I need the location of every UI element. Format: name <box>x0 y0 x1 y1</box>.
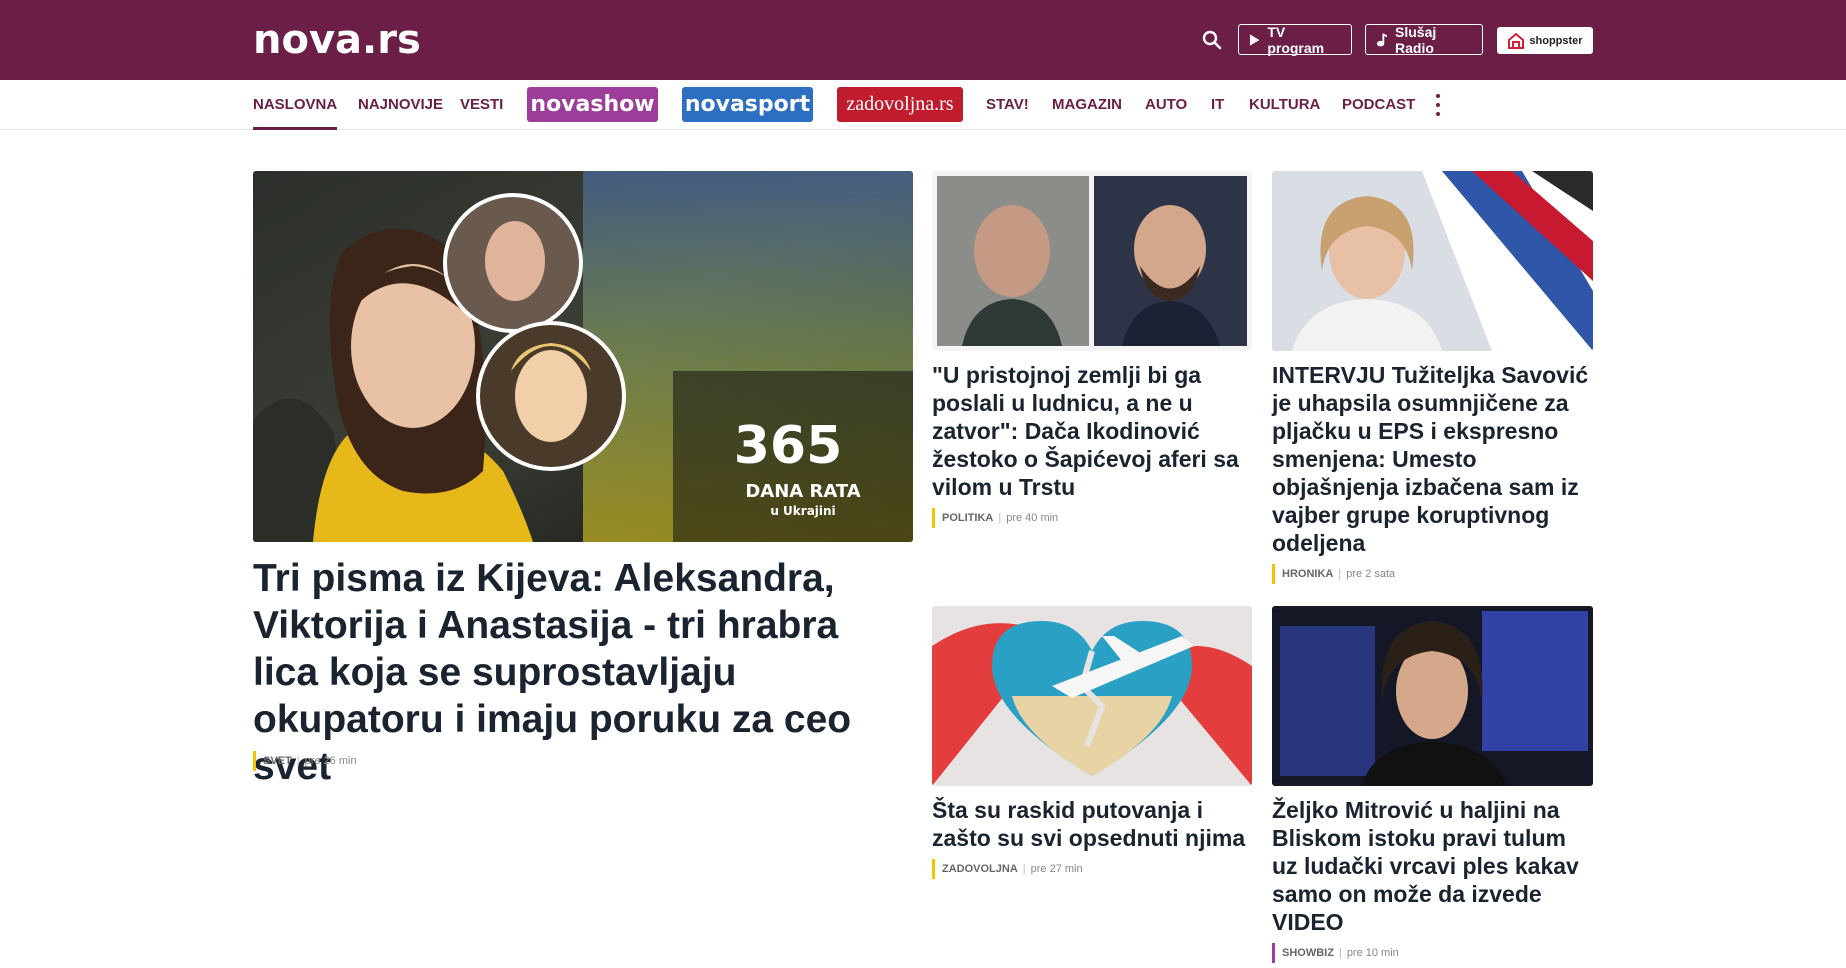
overlay-line1: DANA RATA <box>745 481 860 502</box>
category-marker <box>253 751 256 771</box>
nav-item-najnovije[interactable]: NAJNOVIJE <box>358 80 443 130</box>
nav-item-vesti[interactable]: VESTI <box>460 80 503 130</box>
search-button[interactable] <box>1200 28 1224 52</box>
nav-item-stav[interactable]: STAV! <box>986 80 1029 130</box>
lead-image-graphic: 365 DANA RATA u Ukrajini <box>253 171 913 542</box>
article-image[interactable] <box>932 606 1252 786</box>
main-navigation: NASLOVNA NAJNOVIJE VESTI novashow novasp… <box>0 80 1846 130</box>
nav-item-it[interactable]: IT <box>1211 80 1224 130</box>
article-title[interactable]: Željko Mitrović u haljini na Bliskom ist… <box>1272 796 1593 936</box>
tv-program-button[interactable]: TV program <box>1238 23 1352 56</box>
tv-program-label: TV program <box>1267 23 1325 56</box>
nav-item-podcast[interactable]: PODCAST <box>1342 80 1415 130</box>
article-image-graphic <box>1272 171 1593 351</box>
more-vertical-icon <box>1436 94 1440 98</box>
listen-radio-label: Slušaj Radio <box>1395 23 1437 56</box>
category-marker <box>1272 564 1275 584</box>
listen-radio-button[interactable]: Slušaj Radio <box>1365 23 1483 56</box>
article-image[interactable] <box>1272 171 1593 351</box>
shoppster-label: shoppster <box>1529 34 1583 47</box>
article-image-graphic <box>932 171 1252 351</box>
article-category[interactable]: SVET <box>263 755 292 767</box>
category-marker <box>932 508 935 528</box>
article-time: pre 10 min <box>1346 947 1399 959</box>
search-icon <box>1202 30 1222 50</box>
top-header: nova.rs TV program Slušaj Radio shoppste… <box>0 0 1846 80</box>
article-image[interactable] <box>932 171 1252 351</box>
shoppster-button[interactable]: shoppster <box>1497 27 1593 54</box>
article-meta: ZADOVOLJNA | pre 27 min <box>932 859 1083 879</box>
nav-item-naslovna[interactable]: NASLOVNA <box>253 80 338 130</box>
nav-brand-novasport[interactable]: novasport <box>682 87 813 122</box>
overlay-line2: u Ukrajini <box>770 504 835 518</box>
overlay-number: 365 <box>734 416 843 476</box>
nav-brand-novashow[interactable]: novashow <box>527 87 658 122</box>
article-image-graphic <box>1272 606 1593 786</box>
nav-item-kultura[interactable]: KULTURA <box>1249 80 1320 130</box>
play-icon <box>1249 33 1260 46</box>
site-logo[interactable]: nova.rs <box>253 18 421 62</box>
article-category[interactable]: ZADOVOLJNA <box>942 863 1018 875</box>
nav-item-magazin[interactable]: MAGAZIN <box>1052 80 1122 130</box>
lead-article-image[interactable]: 365 DANA RATA u Ukrajini <box>253 171 913 542</box>
article-category[interactable]: SHOWBIZ <box>1282 947 1334 959</box>
nav-item-auto[interactable]: AUTO <box>1145 80 1187 130</box>
article-time: pre 2 sata <box>1346 568 1396 580</box>
category-marker <box>932 859 935 879</box>
article-category[interactable]: POLITIKA <box>942 512 993 524</box>
article-title[interactable]: "U pristojnoj zemlji bi ga poslali u lud… <box>932 361 1252 501</box>
lead-article-meta: SVET | pre 26 min <box>253 751 357 771</box>
article-time: pre 26 min <box>304 755 357 767</box>
category-marker <box>1272 943 1275 963</box>
article-image[interactable] <box>1272 606 1593 786</box>
article-title[interactable]: INTERVJU Tužiteljka Savović je uhapsila … <box>1272 361 1593 557</box>
article-time: pre 40 min <box>1006 512 1059 524</box>
article-meta: SHOWBIZ | pre 10 min <box>1272 943 1399 963</box>
shoppster-logo-icon <box>1508 32 1525 49</box>
article-image-graphic <box>932 606 1252 786</box>
nav-brand-zadovoljna[interactable]: zadovoljna.rs <box>837 87 963 122</box>
article-meta: POLITIKA | pre 40 min <box>932 508 1058 528</box>
article-meta: HRONIKA | pre 2 sata <box>1272 564 1395 584</box>
more-menu-button[interactable] <box>1433 94 1443 116</box>
music-note-icon <box>1376 33 1387 46</box>
article-title[interactable]: Šta su raskid putovanja i zašto su svi o… <box>932 796 1252 852</box>
article-time: pre 27 min <box>1030 863 1083 875</box>
article-category[interactable]: HRONIKA <box>1282 568 1333 580</box>
